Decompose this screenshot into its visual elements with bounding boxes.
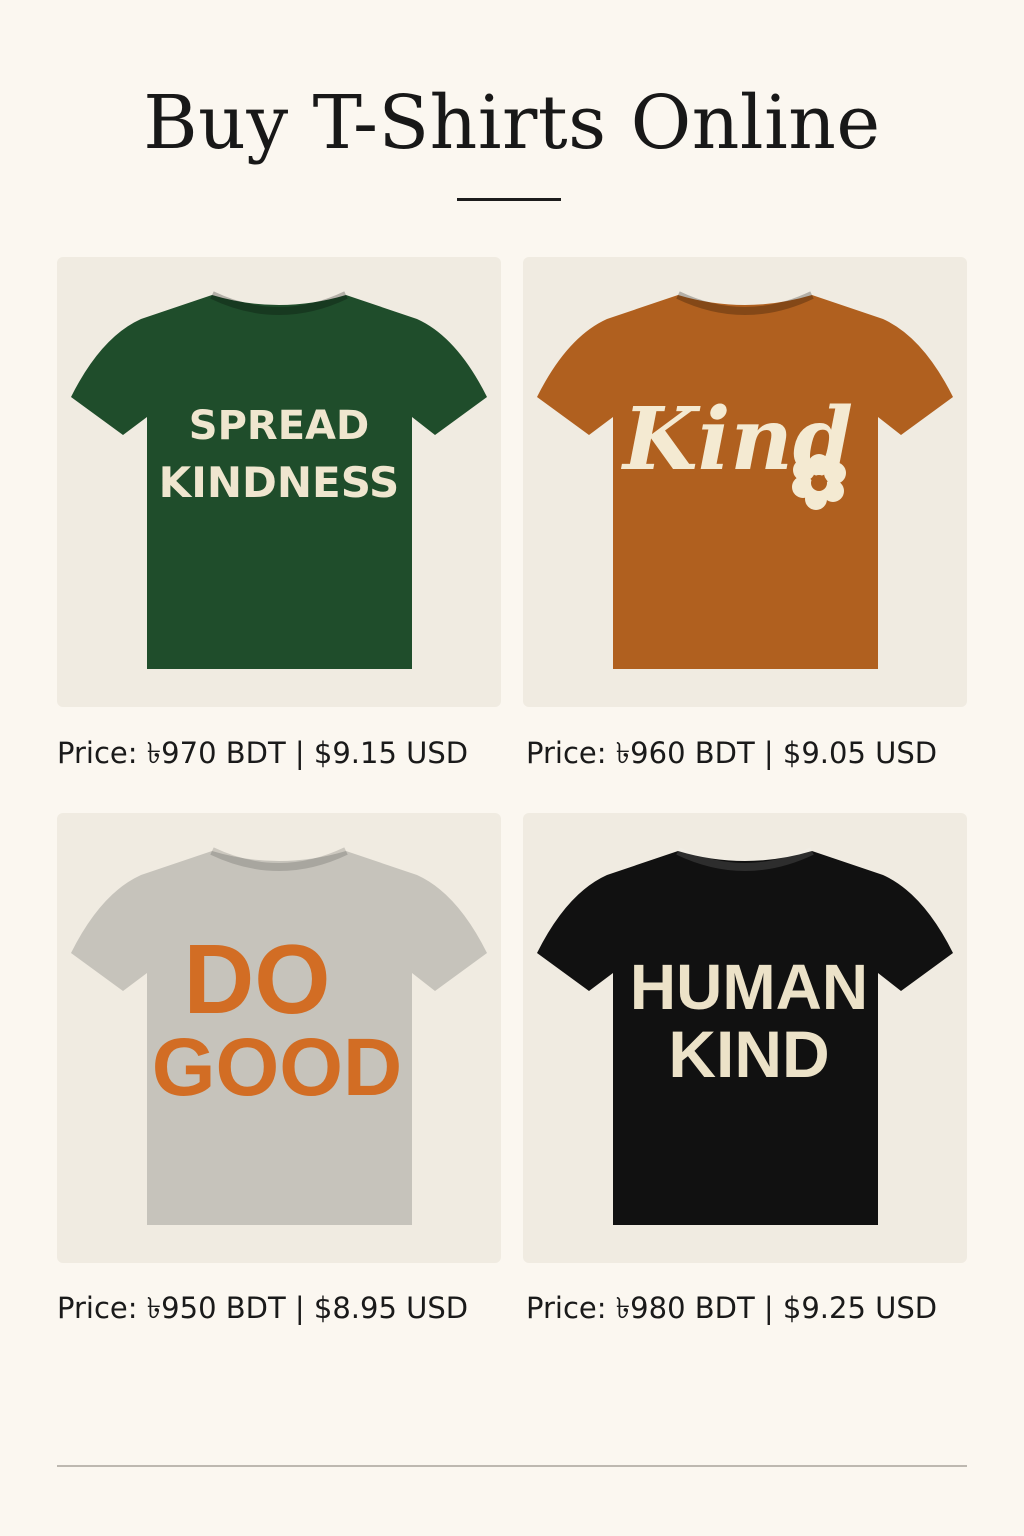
product-image-do-good[interactable]: DO GOOD [57,813,501,1263]
shirt-print-line: DO [184,924,331,1034]
product-image-human-kind[interactable]: HUMAN KIND [523,813,967,1263]
product-image-spread-kindness[interactable]: SPREAD KINDNESS [57,257,501,707]
product-price: Price: ৳970 BDT | $9.15 USD [57,736,469,770]
product-price: Price: ৳960 BDT | $9.05 USD [526,736,938,770]
shirt-print-line: GOOD [152,1022,403,1113]
product-image-kind[interactable]: Kind [523,257,967,707]
t-shirt-image: SPREAD KINDNESS [71,291,487,669]
product-price: Price: ৳950 BDT | $8.95 USD [57,1291,469,1325]
t-shirt-image: DO GOOD [71,847,487,1225]
footer-divider [57,1465,967,1467]
shirt-print-line: SPREAD [189,403,369,449]
product-price: Price: ৳980 BDT | $9.25 USD [526,1291,938,1325]
t-shirt-image: Kind [537,291,953,669]
title-divider [457,198,561,201]
shirt-print-line: HUMAN [630,951,868,1023]
shirt-print-line: KINDNESS [159,458,400,507]
shirt-print-line: KIND [668,1017,829,1091]
t-shirt-image: HUMAN KIND [537,847,953,1225]
page-title: Buy T-Shirts Online [143,80,881,166]
